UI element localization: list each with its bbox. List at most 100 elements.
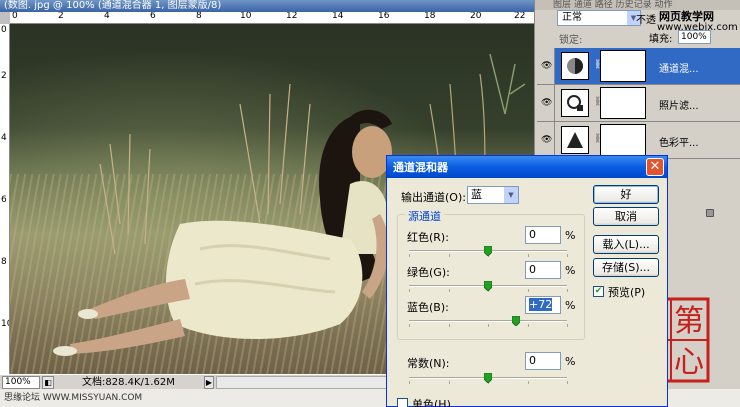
layer-row-photo-filter[interactable]: 👁 ⛓ 照片滤... (537, 85, 740, 122)
green-channel-field[interactable]: 0 (525, 261, 561, 279)
constant-slider[interactable] (409, 373, 568, 384)
ruler-label: 4 (104, 12, 110, 21)
ruler-label: 16 (378, 12, 390, 21)
slider-thumb[interactable] (512, 316, 520, 326)
layer-name: 色彩平... (659, 138, 699, 149)
layer-name: 照片滤... (659, 101, 699, 112)
document-size: 文档:828.4K/1.62M (82, 377, 175, 388)
fill-label: 填充: (649, 34, 673, 45)
document-title: (数图. jpg @ 100% (通道混合器 1, 图层蒙版/8) (0, 0, 534, 12)
layer-name: 通道混... (659, 64, 699, 75)
constant-field[interactable]: 0 (525, 352, 561, 370)
fill-field[interactable]: 100% (678, 30, 711, 44)
output-channel-value: 蓝 (471, 188, 482, 201)
percent-sign: % (565, 355, 576, 368)
close-icon[interactable]: ✕ (646, 158, 664, 176)
slider-tick (449, 381, 450, 384)
ruler-label: 18 (424, 12, 436, 21)
horizontal-scrollbar[interactable] (216, 376, 388, 389)
output-channel-label: 输出通道(O): (401, 191, 466, 204)
zoom-field[interactable]: 100% (2, 376, 40, 389)
visibility-eye-icon[interactable]: 👁 (537, 48, 555, 85)
monochrome-checkbox[interactable] (397, 398, 408, 407)
chevron-down-icon[interactable]: ▼ (504, 187, 518, 203)
slider-thumb[interactable] (484, 373, 492, 383)
preview-label: 预览(P) (608, 286, 646, 299)
navigator-icon[interactable]: ◧ (42, 376, 54, 389)
slider-thumb[interactable] (484, 281, 492, 291)
visibility-eye-icon[interactable]: 👁 (537, 85, 555, 122)
ruler-label: 10 (240, 12, 252, 21)
blue-channel-label: 蓝色(B): (407, 301, 449, 314)
ok-button[interactable]: 好 (593, 185, 659, 204)
lock-icon (706, 209, 714, 217)
ruler-label: 22 (514, 12, 526, 21)
channel-mixer-dialog: 通道混和器 ✕ 输出通道(O): 蓝 ▼ 源通道 红色(R): 0 % 绿色(G… (386, 155, 668, 407)
slider-tick (409, 289, 410, 292)
slider-tick (528, 324, 529, 327)
blend-mode-select[interactable]: 正常 ▼ (557, 10, 641, 26)
slider-tick (409, 381, 410, 384)
slider-tick (449, 324, 450, 327)
footer-watermark: 思缘论坛 WWW.MISSYUAN.COM (4, 393, 143, 403)
layer-mask-thumbnail[interactable] (600, 124, 646, 156)
status-menu-arrow-icon[interactable]: ▶ (204, 376, 214, 389)
slider-tick (528, 254, 529, 257)
save-button[interactable]: 存储(S)... (593, 258, 659, 277)
ruler-label: 6 (150, 12, 156, 21)
ruler-label: 0 (1, 25, 7, 35)
load-button[interactable]: 载入(L)... (593, 235, 659, 254)
slider-tick (409, 254, 410, 257)
horizontal-ruler: 0 2 4 6 8 10 12 14 16 18 20 22 (10, 12, 534, 24)
percent-sign: % (565, 229, 576, 242)
constant-label: 常数(N): (407, 357, 450, 370)
ruler-label: 14 (332, 12, 344, 21)
slider-tick (567, 381, 568, 384)
percent-sign: % (565, 264, 576, 277)
slider-tick (528, 289, 529, 292)
dialog-title: 通道混和器 (393, 161, 448, 174)
ruler-label: 8 (1, 257, 7, 267)
blue-channel-field[interactable]: +72 (525, 296, 561, 314)
red-channel-slider[interactable] (409, 246, 568, 257)
blend-mode-value: 正常 (562, 12, 582, 23)
layer-row-color-balance[interactable]: 👁 ⛓ 色彩平... (537, 122, 740, 159)
layer-mask-thumbnail[interactable] (600, 50, 646, 82)
slider-tick (567, 324, 568, 327)
ruler-label: 8 (196, 12, 202, 21)
adjustment-thumbnail-icon (561, 126, 589, 154)
ruler-label: 12 (286, 12, 298, 21)
ruler-label: 4 (1, 133, 7, 143)
layer-mask-thumbnail[interactable] (600, 87, 646, 119)
ruler-label: 2 (58, 12, 64, 21)
slider-thumb[interactable] (484, 246, 492, 256)
ruler-label: 20 (470, 12, 482, 21)
slider-tick (567, 289, 568, 292)
slider-tick (528, 381, 529, 384)
green-channel-slider[interactable] (409, 281, 568, 292)
visibility-eye-icon[interactable]: 👁 (537, 122, 555, 159)
preview-checkbox[interactable]: ✔ (593, 286, 604, 297)
vertical-ruler: 0 2 4 6 8 10 (0, 24, 10, 374)
ruler-label: 0 (12, 12, 18, 21)
blue-channel-value: +72 (529, 298, 553, 311)
slider-tick (488, 324, 489, 327)
blue-channel-slider[interactable] (409, 316, 568, 327)
slider-tick (567, 254, 568, 257)
dialog-titlebar[interactable]: 通道混和器 ✕ (387, 156, 667, 178)
svg-text:心: 心 (674, 345, 704, 380)
green-channel-label: 绿色(G): (407, 266, 450, 279)
percent-sign: % (565, 299, 576, 312)
red-channel-field[interactable]: 0 (525, 226, 561, 244)
ruler-label: 2 (1, 71, 7, 81)
opacity-label: 不透 (636, 15, 656, 26)
source-channels-title: 源通道 (405, 208, 444, 224)
output-channel-select[interactable]: 蓝 ▼ (467, 186, 519, 204)
cancel-button[interactable]: 取消 (593, 207, 659, 226)
ruler-label: 6 (1, 195, 7, 205)
adjustment-thumbnail-icon (561, 52, 589, 80)
adjustment-thumbnail-icon (561, 89, 589, 117)
svg-text:第: 第 (674, 304, 704, 339)
layer-row-channel-mixer[interactable]: 👁 ⛓ 通道混... (537, 48, 740, 85)
red-channel-label: 红色(R): (407, 231, 449, 244)
